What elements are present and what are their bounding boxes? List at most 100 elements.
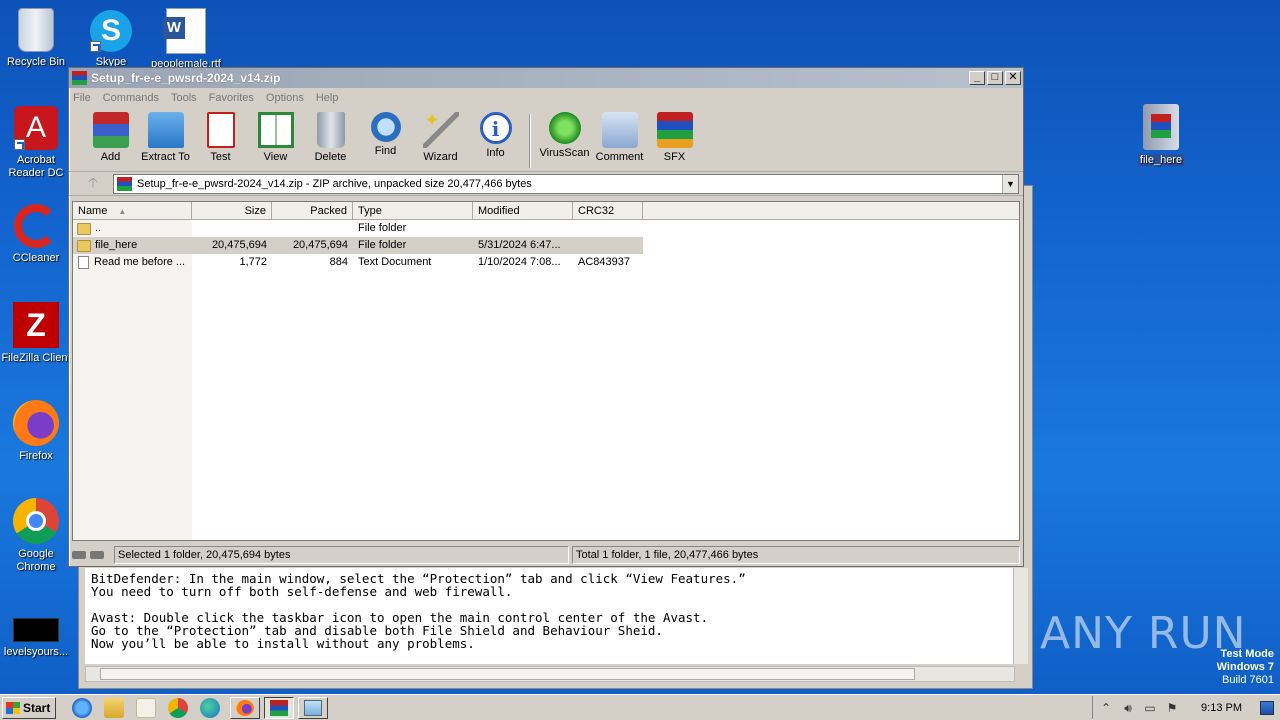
item-name: .. (73, 220, 192, 237)
show-desktop-icon[interactable] (1260, 700, 1274, 715)
desktop-icon-label: FileZilla Client (1, 352, 71, 364)
document-vertical-scrollbar[interactable] (1013, 568, 1028, 664)
acrobat-reader-icon: A (14, 106, 58, 150)
status-selected: Selected 1 folder, 20,475,694 bytes (114, 546, 569, 564)
list-item[interactable]: .. File folder (73, 220, 1019, 237)
windows-flag-icon (6, 701, 20, 714)
firefox-icon (236, 699, 254, 716)
column-crc32[interactable]: CRC32 (573, 202, 643, 219)
archive-path-field[interactable]: Setup_fr-e-e_pwsrd-2024_v14.zip - ZIP ar… (113, 173, 1019, 194)
test-button[interactable]: Test (193, 110, 248, 163)
column-size[interactable]: Size (192, 202, 272, 219)
taskbar: Start ⌃ 🔊︎ ▭ ⚑ 9:13 PM (0, 694, 1280, 720)
list-body: .. File folder file_here 20,475,694 20,4… (73, 220, 1019, 271)
item-crc (573, 220, 643, 237)
list-item[interactable]: Read me before ... 1,772 884 Text Docume… (73, 254, 1019, 271)
action-center-flag-icon[interactable]: ⚑ (1165, 701, 1179, 715)
anyrun-watermark: ANY RUN (1040, 608, 1247, 659)
item-size: 1,772 (239, 256, 267, 268)
network-icon[interactable]: ▭ (1143, 701, 1157, 715)
info-button[interactable]: i Info (468, 110, 523, 159)
title-bar[interactable]: Setup_fr-e-e_pwsrd-2024_v14.zip _ □ ✕ (69, 68, 1023, 88)
find-button[interactable]: Find (358, 110, 413, 157)
minimize-button[interactable]: _ (969, 71, 985, 85)
document-text[interactable]: BitDefender: In the main window, select … (85, 568, 1015, 664)
tool-label: Wizard (423, 151, 458, 163)
desktop-icon-label: file_here (1137, 154, 1185, 166)
desktop-icon-label: Firefox (19, 450, 53, 462)
menu-options[interactable]: Options (266, 92, 304, 104)
recycle-bin-icon (18, 8, 54, 52)
extract-to-button[interactable]: Extract To (138, 110, 193, 163)
skype-icon: S (90, 10, 132, 52)
desktop-icon-label: Recycle Bin (6, 56, 66, 68)
add-button[interactable]: Add (83, 110, 138, 163)
desktop-icon-filezilla[interactable]: Z FileZilla Client (0, 302, 74, 365)
media-player-icon[interactable] (136, 697, 156, 718)
window-title: Setup_fr-e-e_pwsrd-2024_v14.zip (91, 71, 281, 85)
internet-explorer-icon[interactable] (72, 697, 92, 718)
item-packed (272, 220, 353, 237)
drive-icon[interactable] (72, 551, 86, 559)
column-type[interactable]: Type (353, 202, 473, 219)
sfx-icon (656, 112, 693, 148)
status-total: Total 1 folder, 1 file, 20,477,466 bytes (572, 546, 1020, 564)
view-book-icon (257, 112, 294, 148)
item-name: file_here (73, 237, 192, 254)
column-name[interactable]: Name ▲ (73, 202, 192, 219)
chrome-icon[interactable] (168, 697, 188, 718)
desktop-icon-ccleaner[interactable]: CCleaner (0, 204, 74, 265)
desktop-icon-rtf[interactable]: W peoplemale.rtf (148, 8, 224, 68)
desktop-icon-skype[interactable]: S Skype (73, 10, 149, 66)
key-icon[interactable] (90, 551, 104, 559)
taskbar-firefox[interactable] (230, 696, 260, 719)
virusscan-button[interactable]: VirusScan (537, 110, 592, 159)
menu-file[interactable]: File (73, 92, 91, 104)
view-button[interactable]: View (248, 110, 303, 163)
menu-commands[interactable]: Commands (103, 92, 159, 104)
folder-icon (77, 239, 91, 252)
document-horizontal-scrollbar[interactable] (85, 666, 1015, 682)
winrar-icon (72, 71, 87, 85)
up-arrow-icon[interactable]: 🡡 (73, 172, 113, 196)
system-tray: ⌃ 🔊︎ ▭ ⚑ 9:13 PM (1092, 696, 1280, 719)
folder-icon (77, 222, 91, 235)
column-modified[interactable]: Modified (473, 202, 573, 219)
desktop-icon-label: CCleaner (12, 252, 60, 264)
item-name: Read me before ... (73, 254, 192, 271)
speaker-icon[interactable]: 🔊︎ (1121, 701, 1135, 715)
column-packed[interactable]: Packed (272, 202, 353, 219)
desktop-icon-chrome[interactable]: Google Chrome (0, 498, 74, 574)
menu-tools[interactable]: Tools (171, 92, 197, 104)
desktop-icon-levelsyours[interactable]: levelsyours... (0, 604, 74, 659)
clock[interactable]: 9:13 PM (1201, 702, 1242, 714)
test-mode-label: Test Mode Windows 7 Build 7601 (1217, 648, 1274, 687)
start-button[interactable]: Start (2, 696, 56, 719)
scrollbar-thumb[interactable] (100, 668, 915, 680)
comment-button[interactable]: Comment (592, 110, 647, 163)
taskbar-notepad[interactable] (298, 696, 328, 719)
close-button[interactable]: ✕ (1005, 71, 1021, 85)
chevron-down-icon[interactable]: ▼ (1002, 174, 1018, 193)
list-item-selected[interactable]: file_here 20,475,694 20,475,694 File fol… (73, 237, 643, 254)
taskbar-winrar[interactable] (264, 696, 294, 719)
delete-button[interactable]: Delete (303, 110, 358, 163)
wizard-button[interactable]: Wizard (413, 110, 468, 163)
explorer-folder-icon[interactable] (104, 697, 124, 718)
desktop-icon-file-here[interactable]: file_here (1123, 104, 1199, 167)
chevron-up-icon[interactable]: ⌃ (1099, 701, 1113, 715)
toolbar-separator (529, 114, 531, 168)
winrar-window[interactable]: Setup_fr-e-e_pwsrd-2024_v14.zip _ □ ✕ Fi… (68, 67, 1024, 567)
sfx-button[interactable]: SFX (647, 110, 702, 163)
edge-icon[interactable] (200, 697, 220, 718)
menu-favorites[interactable]: Favorites (209, 92, 254, 104)
desktop-icon-firefox[interactable]: Firefox (0, 400, 74, 463)
maximize-button[interactable]: □ (987, 71, 1003, 85)
extract-folder-icon (147, 112, 184, 148)
file-list[interactable]: Name ▲ Size Packed Type Modified CRC32 .… (72, 201, 1020, 541)
desktop-icon-recycle-bin[interactable]: Recycle Bin (0, 8, 74, 69)
tool-label: Comment (595, 151, 644, 163)
menu-help[interactable]: Help (316, 92, 339, 104)
desktop-icon-acrobat[interactable]: A Acrobat Reader DC (0, 106, 74, 180)
ccleaner-icon (14, 204, 58, 248)
